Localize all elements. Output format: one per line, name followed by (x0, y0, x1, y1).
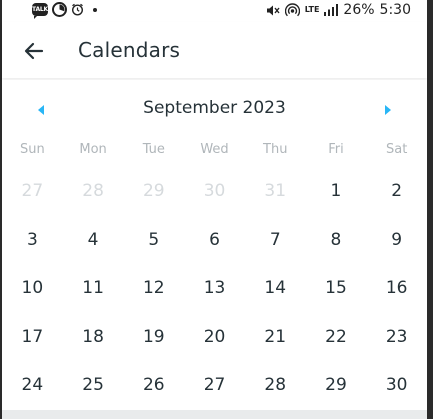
week-row: 27 28 29 30 31 1 2 (2, 170, 427, 219)
week-row: 24 25 26 27 28 29 30 (2, 364, 427, 413)
day-cell[interactable]: 6 (184, 219, 245, 268)
day-cell[interactable]: 15 (306, 267, 367, 316)
day-cell[interactable]: 30 (366, 364, 427, 413)
weekday-label: Tue (142, 142, 165, 157)
day-cell[interactable]: 26 (123, 364, 184, 413)
day-cell[interactable]: 4 (63, 219, 124, 268)
right-edge (427, 0, 433, 419)
day-cell[interactable]: 18 (63, 316, 124, 365)
day-cell[interactable]: 20 (184, 316, 245, 365)
day-cell[interactable]: 27 (184, 364, 245, 413)
weekday-label: Sat (386, 142, 408, 157)
weekday-header-row: Sun Mon Tue Wed Thu Fri Sat (2, 142, 427, 162)
day-cell[interactable]: 28 (245, 364, 306, 413)
lte-icon: LTE (304, 5, 320, 14)
notification-dot-icon (93, 7, 97, 12)
signal-icon (324, 4, 339, 16)
day-cell[interactable]: 3 (2, 219, 63, 268)
day-cell[interactable]: 9 (366, 219, 427, 268)
day-cell[interactable]: 22 (306, 316, 367, 365)
calendar-view: September 2023 Sun Mon Tue Wed Thu Fri S… (2, 80, 427, 410)
day-cell[interactable]: 17 (2, 316, 63, 365)
weekday-label: Mon (79, 142, 107, 157)
weekday-label: Wed (200, 142, 229, 157)
week-row: 17 18 19 20 21 22 23 (2, 316, 427, 365)
day-cell[interactable]: 5 (123, 219, 184, 268)
app-bar: Calendars (2, 22, 427, 78)
day-cell-outside-month[interactable]: 31 (245, 170, 306, 219)
back-button[interactable] (22, 39, 46, 63)
day-cell[interactable]: 23 (366, 316, 427, 365)
next-month-button[interactable] (381, 102, 395, 116)
day-cell[interactable]: 1 (306, 170, 367, 219)
day-cell-outside-month[interactable]: 28 (63, 170, 124, 219)
day-cell[interactable]: 16 (366, 267, 427, 316)
day-cell[interactable]: 10 (2, 267, 63, 316)
mute-icon (266, 5, 280, 15)
month-label: September 2023 (143, 98, 286, 118)
day-cell[interactable]: 29 (306, 364, 367, 413)
arrow-left-icon (24, 42, 44, 60)
day-cell[interactable]: 13 (184, 267, 245, 316)
chat-bubble-icon: TALK (32, 3, 48, 19)
battery-percent: 26% (343, 2, 375, 18)
alarm-icon (71, 3, 84, 16)
day-cell[interactable]: 12 (123, 267, 184, 316)
day-cell[interactable]: 2 (366, 170, 427, 219)
phone-screen: TALK LTE 26% 5:30 Calendars September 20… (0, 0, 433, 419)
day-cell[interactable]: 14 (245, 267, 306, 316)
week-row: 3456789 (2, 219, 427, 268)
weekday-label: Thu (263, 142, 288, 157)
bottom-divider (2, 410, 427, 419)
weekday-label: Fri (328, 142, 344, 157)
hotspot-icon (284, 2, 300, 16)
page-title: Calendars (78, 38, 181, 62)
day-cell[interactable]: 21 (245, 316, 306, 365)
day-grid: 27 28 29 30 31 1 2 3 4 5 6 7 8 9 10 11 12 13 14 15 16 17 18 19 2… (2, 170, 427, 413)
day-cell-outside-month[interactable]: 29 (123, 170, 184, 219)
timer-icon (52, 2, 67, 17)
day-cell[interactable]: 8 (306, 219, 367, 268)
day-cell[interactable]: 19 (123, 316, 184, 365)
week-row: 10 11 12 13 14 15 16 (2, 267, 427, 316)
day-cell[interactable]: 25 (63, 364, 124, 413)
status-right-icons: LTE 26% 5:30 (266, 2, 411, 18)
month-header: September 2023 (2, 98, 427, 120)
status-left-icons: TALK (32, 2, 97, 19)
clock-time: 5:30 (379, 2, 411, 18)
status-bar: TALK LTE 26% 5:30 (2, 0, 427, 22)
weekday-label: Sun (19, 142, 45, 157)
day-cell[interactable]: 7 (245, 219, 306, 268)
day-cell[interactable]: 11 (63, 267, 124, 316)
day-cell[interactable]: 24 (2, 364, 63, 413)
day-cell-outside-month[interactable]: 27 (2, 170, 63, 219)
triangle-right-icon (385, 105, 391, 115)
day-cell-outside-month[interactable]: 30 (184, 170, 245, 219)
